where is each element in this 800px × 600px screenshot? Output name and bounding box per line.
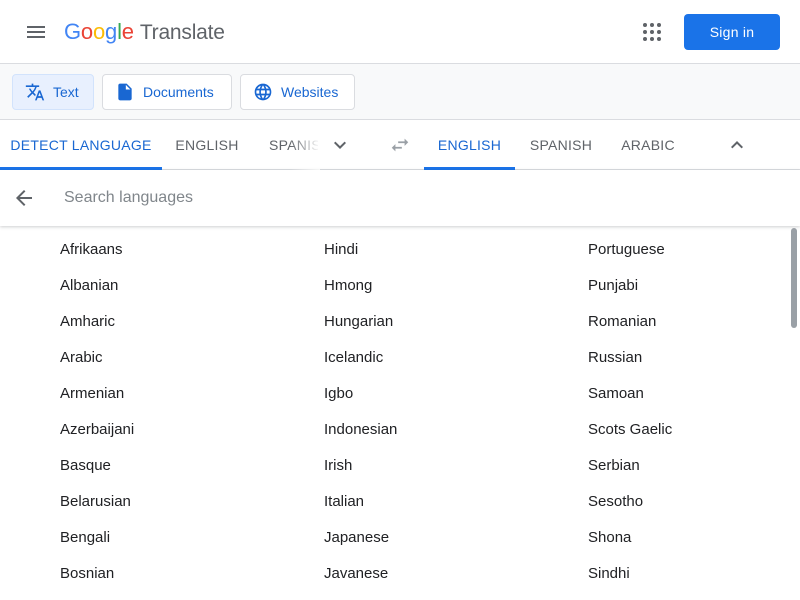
logo-letter: o: [80, 19, 93, 44]
language-item[interactable]: Icelandic: [324, 340, 564, 376]
language-item[interactable]: Bosnian: [60, 556, 300, 592]
language-search-row: [0, 170, 800, 226]
target-tab-spanish[interactable]: SPANISH: [515, 120, 607, 170]
logo-letter: e: [121, 19, 134, 44]
language-item[interactable]: Scots Gaelic: [588, 412, 800, 448]
documents-mode-button[interactable]: Documents: [102, 74, 232, 110]
language-item[interactable]: Indonesian: [324, 412, 564, 448]
logo-letter: o: [92, 19, 106, 44]
language-item[interactable]: Afrikaans: [60, 232, 300, 268]
language-item[interactable]: Serbian: [588, 448, 800, 484]
translate-icon: [25, 82, 45, 102]
language-item[interactable]: Albanian: [60, 268, 300, 304]
globe-icon: [253, 82, 273, 102]
language-item[interactable]: Shona: [588, 520, 800, 556]
language-item[interactable]: Amharic: [60, 304, 300, 340]
source-tab-detect-language[interactable]: DETECT LANGUAGE: [0, 120, 162, 170]
google-wordmark: Google: [64, 19, 134, 45]
language-column-1: Afrikaans Albanian Amharic Arabic Armeni…: [60, 232, 300, 592]
document-icon: [115, 82, 135, 102]
main-menu-button[interactable]: [16, 12, 56, 52]
language-bar: DETECT LANGUAGE ENGLISH SPANISH ENGLISH …: [0, 120, 800, 170]
language-item[interactable]: Japanese: [324, 520, 564, 556]
language-item[interactable]: Irish: [324, 448, 564, 484]
websites-mode-label: Websites: [281, 84, 339, 100]
mode-bar: Text Documents Websites: [0, 64, 800, 120]
arrow-back-icon: [16, 190, 32, 206]
apps-grid-icon: [643, 23, 661, 41]
swap-icon: [391, 138, 409, 152]
language-item[interactable]: Hmong: [324, 268, 564, 304]
product-name: Translate: [139, 21, 225, 44]
target-languages-collapse-button[interactable]: [717, 125, 757, 165]
menu-icon: [27, 26, 45, 38]
language-item[interactable]: Hindi: [324, 232, 564, 268]
tab-fade: [290, 120, 320, 170]
logo-letter: g: [105, 19, 118, 44]
target-tab-english[interactable]: ENGLISH: [424, 120, 515, 170]
websites-mode-button[interactable]: Websites: [240, 74, 355, 110]
back-button[interactable]: [4, 178, 44, 218]
language-item[interactable]: Basque: [60, 448, 300, 484]
language-column-2: Hindi Hmong Hungarian Icelandic Igbo Ind…: [324, 232, 564, 592]
language-item[interactable]: Russian: [588, 340, 800, 376]
text-mode-button[interactable]: Text: [12, 74, 94, 110]
language-item[interactable]: Azerbaijani: [60, 412, 300, 448]
sign-in-button[interactable]: Sign in: [684, 14, 780, 50]
chevron-down-icon: [334, 141, 346, 149]
language-item[interactable]: Sesotho: [588, 484, 800, 520]
source-tab-english[interactable]: ENGLISH: [162, 120, 252, 170]
chevron-up-icon: [731, 141, 743, 149]
language-item[interactable]: Portuguese: [588, 232, 800, 268]
app-header: Google Translate Sign in: [0, 0, 800, 64]
logo-letter: G: [64, 19, 81, 44]
language-item[interactable]: Arabic: [60, 340, 300, 376]
language-item[interactable]: Hungarian: [324, 304, 564, 340]
language-item[interactable]: Bengali: [60, 520, 300, 556]
language-item[interactable]: Belarusian: [60, 484, 300, 520]
language-item[interactable]: Armenian: [60, 376, 300, 412]
language-item[interactable]: Italian: [324, 484, 564, 520]
language-list: Afrikaans Albanian Amharic Arabic Armeni…: [0, 226, 800, 600]
source-languages-expand-button[interactable]: [320, 125, 360, 165]
google-apps-button[interactable]: [632, 12, 672, 52]
target-tab-arabic[interactable]: ARABIC: [607, 120, 689, 170]
text-mode-label: Text: [53, 84, 79, 100]
google-translate-logo[interactable]: Google Translate: [64, 19, 225, 47]
language-list-scrollbar[interactable]: [791, 228, 797, 328]
language-item[interactable]: Igbo: [324, 376, 564, 412]
search-languages-input[interactable]: [64, 182, 764, 214]
language-item[interactable]: Romanian: [588, 304, 800, 340]
language-item[interactable]: Sindhi: [588, 556, 800, 592]
language-item[interactable]: Samoan: [588, 376, 800, 412]
documents-mode-label: Documents: [143, 84, 214, 100]
swap-languages-button[interactable]: [380, 125, 420, 165]
language-column-3: Portuguese Punjabi Romanian Russian Samo…: [588, 232, 800, 592]
language-item[interactable]: Javanese: [324, 556, 564, 592]
language-item[interactable]: Punjabi: [588, 268, 800, 304]
